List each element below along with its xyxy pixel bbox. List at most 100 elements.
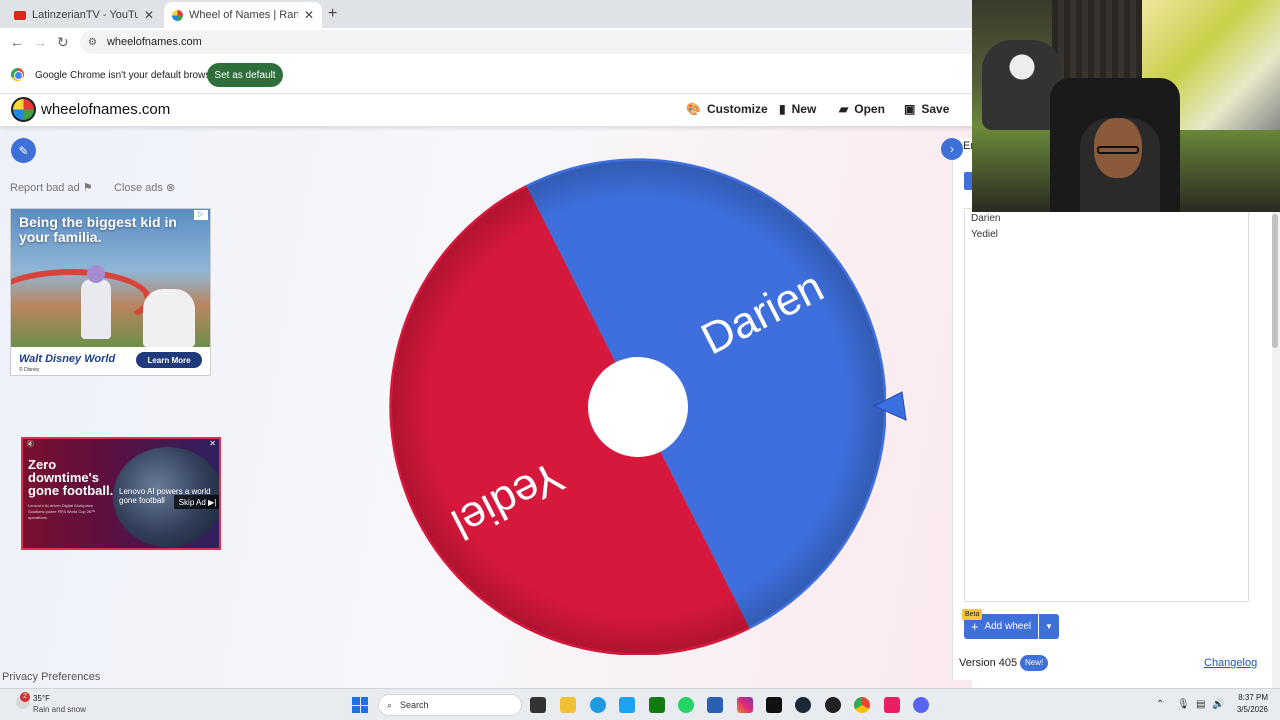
customize-label: Customize	[706, 102, 768, 116]
steam-icon[interactable]	[795, 697, 811, 713]
new-tab-button[interactable]: +	[328, 5, 337, 23]
name-wheel[interactable]: Darien Yediel	[389, 158, 887, 656]
floppy-icon: ▣	[904, 102, 916, 116]
chevron-down-icon[interactable]: ▼	[1039, 614, 1059, 639]
folder-icon: ▰	[839, 102, 849, 116]
entry-line: Yediel	[971, 229, 998, 240]
ad-body-text: Lenovo's AI-driven Digital Workplace Sol…	[28, 503, 96, 520]
chrome-taskbar-icon[interactable]	[854, 697, 870, 713]
entries-textarea[interactable]: Darien Yediel	[964, 208, 1249, 602]
ad-headline: Being the biggest kid in your familia.	[19, 214, 177, 245]
volume-icon[interactable]: 🔊	[1212, 699, 1224, 710]
close-tab-icon[interactable]: ✕	[144, 8, 154, 22]
back-icon[interactable]: ←	[10, 34, 24, 50]
lenovo-video-ad[interactable]: 🔇 ✕ Zero downtime's gone football. Lenov…	[21, 437, 221, 550]
infobar-message: Google Chrome isn't your default browser	[35, 70, 220, 81]
entry-line: Darien	[971, 213, 1001, 224]
whatsapp-icon[interactable]	[678, 697, 694, 713]
people-figure	[143, 289, 195, 347]
wheel-pointer-icon	[872, 391, 907, 421]
plus-icon: +	[970, 619, 979, 634]
clock-time[interactable]: 8:37 PM	[1232, 693, 1268, 702]
wheel-favicon-icon	[172, 9, 183, 21]
file-explorer-icon[interactable]	[560, 697, 576, 713]
tab-title: LatinzerianTV - YouTube	[32, 9, 138, 21]
save-button[interactable]: ▣ Save	[904, 102, 949, 116]
open-button[interactable]: ▰ Open	[839, 102, 885, 116]
store-icon[interactable]	[707, 697, 723, 713]
ad-headline: Zero downtime's gone football.	[28, 457, 114, 498]
report-bad-ad-link[interactable]: Report bad ad ⚑	[10, 181, 93, 194]
page-scrollbar[interactable]	[1272, 212, 1280, 688]
ad-footer: Walt Disney World © Disney Learn More	[11, 347, 210, 375]
tab-title: Wheel of Names | Random name	[189, 9, 298, 21]
flag-icon: ⚑	[82, 182, 93, 194]
site-info-icon[interactable]: ⚙	[88, 37, 97, 48]
open-label: Open	[854, 102, 885, 116]
xbox-icon[interactable]	[649, 697, 665, 713]
customize-button[interactable]: 🎨 Customize	[686, 102, 768, 116]
beta-badge: Beta	[962, 609, 983, 620]
tiktok-icon[interactable]	[766, 697, 782, 713]
url-text: wheelofnames.com	[106, 36, 202, 48]
tab-wheel-of-names[interactable]: Wheel of Names | Random name ✕	[164, 2, 322, 28]
add-wheel-label: Add wheel	[984, 621, 1032, 632]
set-as-default-button[interactable]: Set as default	[207, 63, 283, 87]
wheel-svg: Darien Yediel	[389, 158, 887, 656]
address-bar[interactable]: ⚙ wheelofnames.com	[80, 30, 980, 54]
site-name[interactable]: wheelofnames.com	[41, 101, 170, 118]
new-badge: New!	[1020, 655, 1049, 671]
search-icon: ⌕	[387, 699, 393, 710]
mute-icon[interactable]: 🔇	[26, 440, 35, 448]
weather-temperature[interactable]: 35°F	[33, 694, 50, 703]
tiktok-studio-icon[interactable]	[884, 697, 900, 713]
reload-icon[interactable]: ↻	[57, 34, 69, 51]
new-label: New	[791, 102, 817, 116]
new-button[interactable]: ▮ New	[779, 102, 816, 116]
skip-ad-button[interactable]: Skip Ad ▶|	[174, 495, 219, 509]
learn-more-button[interactable]: Learn More	[136, 352, 202, 368]
close-tab-icon[interactable]: ✕	[304, 8, 314, 22]
forward-icon[interactable]: →	[33, 34, 47, 50]
obs-icon[interactable]	[825, 697, 841, 713]
ad-choices-icon[interactable]: ▷	[194, 210, 208, 220]
youtube-icon	[14, 10, 26, 20]
clock-date[interactable]: 3/5/2026	[1226, 705, 1268, 714]
close-ad-icon[interactable]: ✕	[209, 439, 216, 448]
changelog-link[interactable]: Changelog	[1204, 657, 1257, 669]
save-label: Save	[921, 102, 950, 116]
glasses	[1097, 146, 1139, 154]
search-label: Search	[400, 700, 429, 710]
tab-youtube[interactable]: LatinzerianTV - YouTube ✕	[6, 2, 162, 28]
ad-brand-logo: Walt Disney World	[19, 353, 116, 365]
edge-icon[interactable]	[590, 697, 606, 713]
chevron-right-icon[interactable]: ›	[941, 138, 963, 160]
file-icon: ▮	[779, 102, 786, 116]
chevron-up-icon[interactable]: ⌃	[1156, 699, 1164, 710]
ad-copyright: © Disney	[19, 367, 40, 373]
webcam-overlay	[972, 0, 1280, 212]
privacy-preferences-link[interactable]: Privacy Preferences	[2, 671, 100, 683]
page-body: ✎ Report bad ad ⚑ Close ads ⊗ Being the …	[0, 126, 972, 688]
task-view-icon[interactable]	[530, 697, 546, 713]
windows-start-icon[interactable]	[352, 697, 368, 713]
palette-icon: 🎨	[686, 102, 701, 116]
close-ads-link[interactable]: Close ads ⊗	[114, 181, 175, 194]
taskbar-search[interactable]: ⌕ Search	[378, 694, 522, 716]
weather-description[interactable]: Rain and snow	[33, 705, 86, 714]
network-icon[interactable]: ▤	[1196, 699, 1205, 710]
disney-ad[interactable]: Being the biggest kid in your familia. ▷…	[10, 208, 211, 376]
microphone-icon[interactable]: 🎙	[1177, 699, 1190, 710]
chrome-icon	[11, 68, 24, 81]
wheel-center[interactable]	[588, 357, 688, 457]
edit-pencil-icon[interactable]: ✎	[11, 138, 36, 163]
twitter-icon[interactable]	[619, 697, 635, 713]
discord-icon[interactable]	[913, 697, 929, 713]
windows-taskbar: 2 35°F Rain and snow ⌕ Search ⌃ 🎙 ▤ 🔊 8:…	[0, 688, 1280, 720]
site-logo-icon[interactable]	[11, 97, 36, 122]
entries-panel: En Darien Yediel Beta + Add wheel ▼ Vers…	[952, 138, 1272, 680]
version-text: Version 405	[959, 657, 1018, 669]
instagram-icon[interactable]	[737, 697, 753, 713]
scrollbar-thumb[interactable]	[1272, 214, 1278, 348]
close-circle-icon: ⊗	[165, 182, 176, 194]
